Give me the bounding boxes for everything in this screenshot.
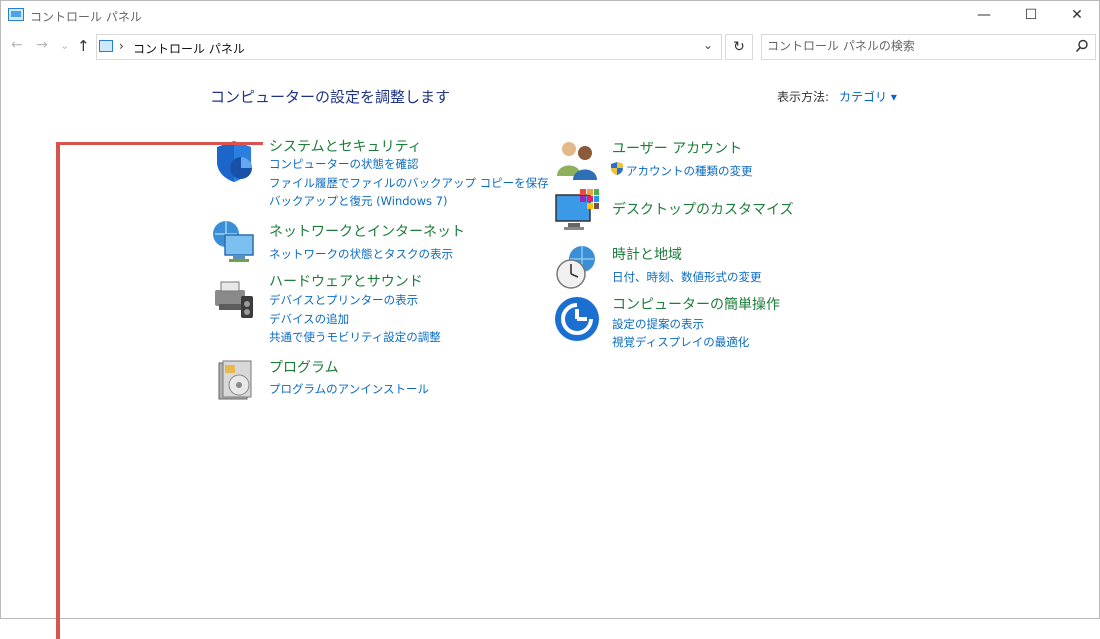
recent-locations-button[interactable]: ⌄ xyxy=(60,39,69,52)
link-file-history-backup[interactable]: ファイル履歴でファイルのバックアップ コピーを保存 xyxy=(269,175,549,191)
address-field[interactable]: › コントロール パネル ⌄ xyxy=(96,34,722,60)
ease-of-access-icon[interactable] xyxy=(554,296,600,342)
category-system-security[interactable]: システムとセキュリティ xyxy=(269,136,422,156)
category-ease-of-access[interactable]: コンピューターの簡単操作 xyxy=(612,294,780,314)
programs-icon[interactable] xyxy=(213,357,259,403)
control-panel-icon xyxy=(8,8,24,21)
search-icon[interactable] xyxy=(1075,39,1089,53)
link-uninstall-program[interactable]: プログラムのアンインストール xyxy=(269,381,429,397)
annotation-line xyxy=(56,142,60,639)
link-add-device[interactable]: デバイスの追加 xyxy=(269,311,349,327)
page-title: コンピューターの設定を調整します xyxy=(210,88,451,106)
link-mobility-settings[interactable]: 共通で使うモビリティ設定の調整 xyxy=(269,329,441,345)
link-devices-printers[interactable]: デバイスとプリンターの表示 xyxy=(269,292,418,308)
category-programs[interactable]: プログラム xyxy=(269,357,339,377)
clock-region-icon[interactable] xyxy=(554,244,600,290)
window-title: コントロール パネル xyxy=(30,10,142,24)
refresh-button[interactable]: ↻ xyxy=(725,34,753,60)
link-check-computer-status[interactable]: コンピューターの状態を確認 xyxy=(269,156,419,172)
shield-icon xyxy=(611,162,623,175)
breadcrumb[interactable]: コントロール パネル xyxy=(133,40,245,57)
user-accounts-icon[interactable] xyxy=(554,136,600,182)
chevron-right-icon[interactable]: › xyxy=(119,39,124,53)
forward-button[interactable]: → xyxy=(36,37,48,53)
minimize-button[interactable]: — xyxy=(961,1,1007,31)
control-panel-window: コントロール パネル — ☐ ✕ ← → ⌄ ↑ › コントロール パネル ⌄ … xyxy=(0,0,1100,619)
link-backup-restore[interactable]: バックアップと復元 (Windows 7) xyxy=(269,193,447,209)
maximize-button[interactable]: ☐ xyxy=(1008,1,1054,31)
view-by-dropdown[interactable]: カテゴリ ▾ xyxy=(839,88,897,105)
link-network-status-tasks[interactable]: ネットワークの状態とタスクの表示 xyxy=(269,246,453,262)
category-network-internet[interactable]: ネットワークとインターネット xyxy=(269,221,465,241)
search-input[interactable] xyxy=(767,39,1067,53)
chevron-down-icon[interactable]: ⌄ xyxy=(703,38,713,52)
close-button[interactable]: ✕ xyxy=(1054,1,1100,31)
category-hardware-sound[interactable]: ハードウェアとサウンド xyxy=(269,271,423,291)
view-by-label: 表示方法: xyxy=(777,90,830,104)
back-button[interactable]: ← xyxy=(11,37,23,53)
search-box[interactable] xyxy=(761,34,1096,60)
network-internet-icon[interactable] xyxy=(211,219,257,265)
hardware-sound-icon[interactable] xyxy=(211,276,257,322)
control-panel-icon xyxy=(99,40,113,52)
link-optimize-visual-display[interactable]: 視覚ディスプレイの最適化 xyxy=(612,334,749,350)
link-change-account-type[interactable]: アカウントの種類の変更 xyxy=(626,163,753,179)
address-bar: ← → ⌄ ↑ › コントロール パネル ⌄ ↻ xyxy=(1,31,1099,65)
link-date-time-format[interactable]: 日付、時刻、数値形式の変更 xyxy=(612,269,762,285)
category-desktop-customization[interactable]: デスクトップのカスタマイズ xyxy=(612,199,794,219)
category-user-accounts[interactable]: ユーザー アカウント xyxy=(612,138,742,158)
category-clock-region[interactable]: 時計と地域 xyxy=(612,244,682,264)
up-button[interactable]: ↑ xyxy=(77,37,90,55)
desktop-customization-icon[interactable] xyxy=(554,187,600,233)
title-bar: コントロール パネル — ☐ ✕ xyxy=(1,1,1099,31)
link-suggested-settings[interactable]: 設定の提案の表示 xyxy=(612,316,704,332)
annotation-line xyxy=(56,142,263,145)
